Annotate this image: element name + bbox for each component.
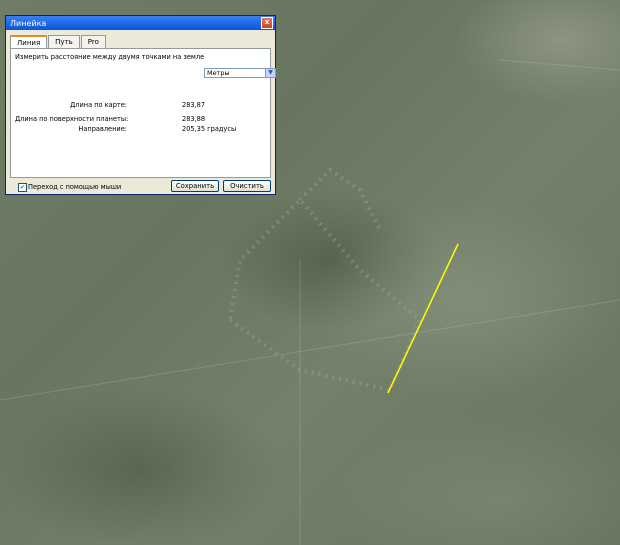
unit-selected: Метры <box>207 69 230 77</box>
map-length-label: Длина по карте: <box>70 101 127 109</box>
mouse-nav-label: Переход с помощью мыши <box>28 183 122 191</box>
save-button[interactable]: Сохранить <box>171 180 219 192</box>
clear-button[interactable]: Очистить <box>223 180 271 192</box>
tab-line[interactable]: Линия <box>10 35 48 49</box>
window-title: Линейка <box>10 18 47 28</box>
tab-strip: Линия Путь Pro <box>10 35 107 49</box>
ruler-dialog: Линейка x Линия Путь Pro Измерить рассто… <box>5 15 276 195</box>
mouse-nav-checkbox[interactable]: ✔ <box>18 183 27 192</box>
close-button[interactable]: x <box>261 17 273 29</box>
heading-label: Направление: <box>78 125 127 133</box>
map-length-value: 283,87 <box>182 101 206 109</box>
close-icon: x <box>264 18 270 26</box>
tab-pro[interactable]: Pro <box>80 35 106 48</box>
surface-length-label: Длина по поверхности планеты: <box>15 115 129 123</box>
heading-value: 205,35 градусы <box>182 125 237 133</box>
chevron-down-icon[interactable]: ▼ <box>265 69 275 77</box>
measure-line[interactable] <box>387 243 459 394</box>
geoglyph-outline <box>227 197 423 393</box>
unit-select[interactable]: Метры ▼ <box>204 68 276 78</box>
map-track <box>0 299 620 401</box>
surface-length-value: 283,88 <box>182 115 206 123</box>
map-track <box>499 59 620 71</box>
tab-path[interactable]: Путь <box>48 35 80 48</box>
title-bar[interactable]: Линейка x <box>6 16 275 30</box>
description-text: Измерить расстояние между двумя точками … <box>15 53 205 61</box>
geoglyph-outline <box>298 167 382 231</box>
